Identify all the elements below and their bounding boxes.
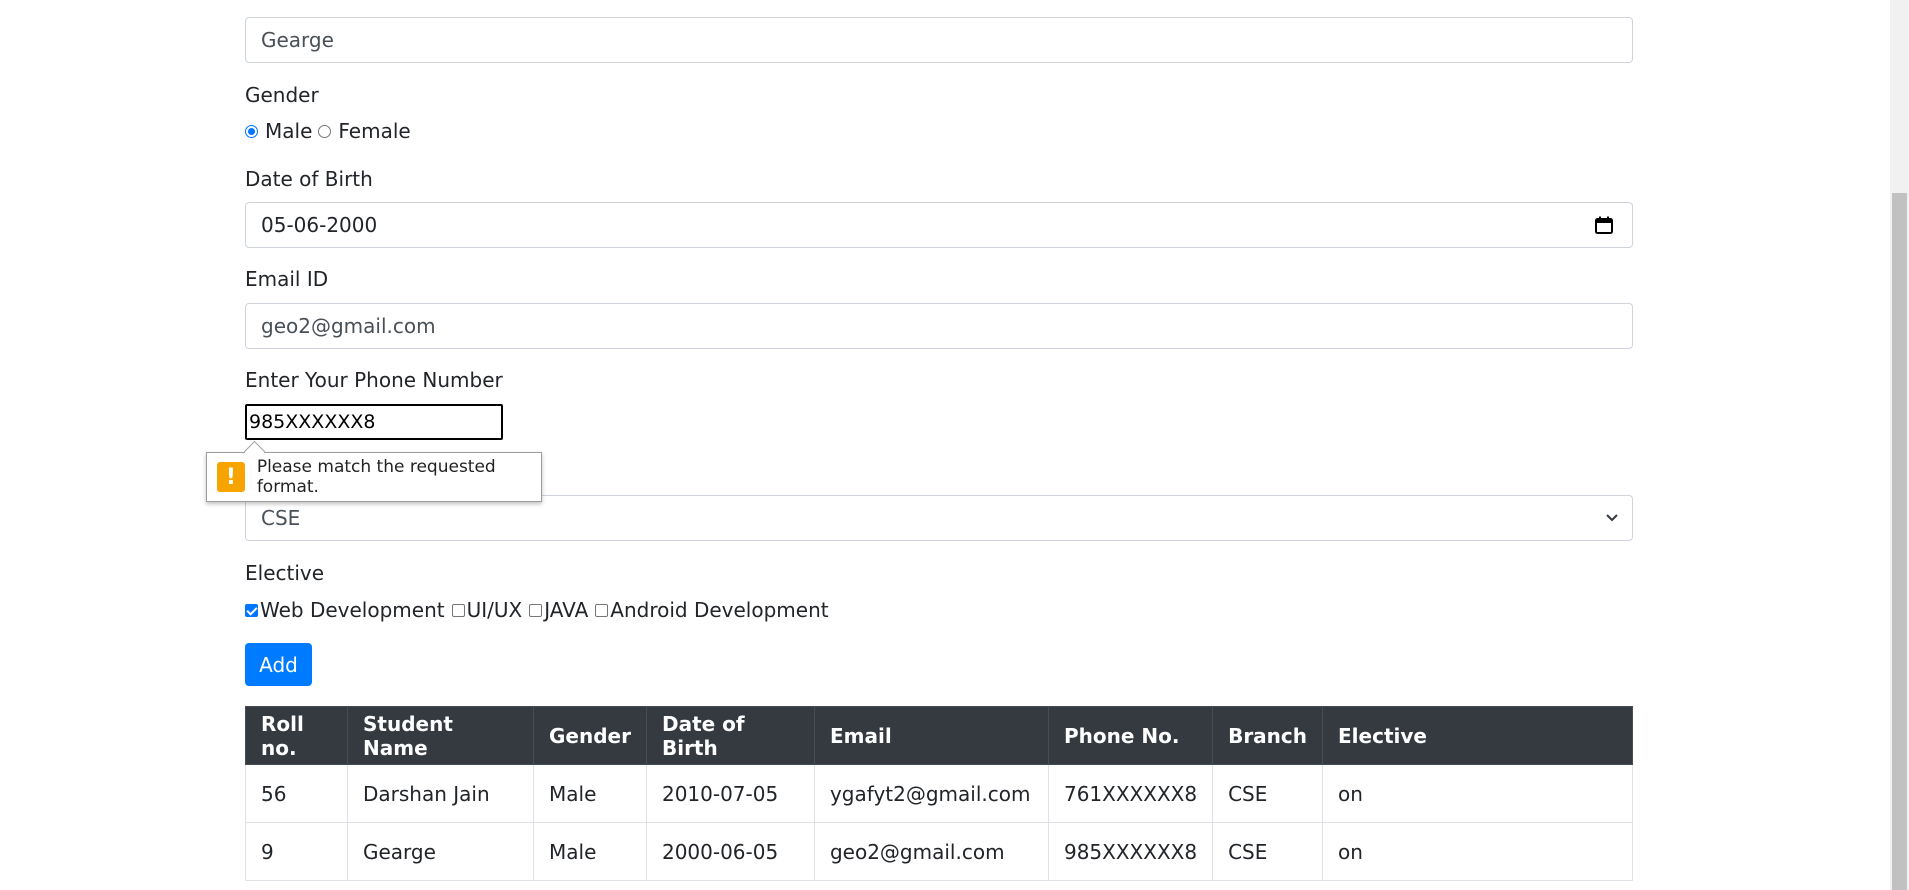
phone-input-value: 985XXXXXX8 [249,411,376,433]
elective-web-label: Web Development [260,598,445,622]
phone-label: Enter Your Phone Number [245,368,503,392]
name-input-value: Gearge [261,28,334,52]
col-gender: Gender [533,706,647,765]
calendar-icon[interactable] [1594,215,1614,235]
students-table: Roll no. Student Name Gender Date of Bir… [245,706,1633,881]
col-branch: Branch [1212,706,1324,765]
cell-dob: 2000-06-05 [645,822,815,881]
col-elective: Elective [1322,706,1633,765]
tooltip-message: Please match the requested format. [256,457,496,497]
cell-roll: 56 [245,764,348,823]
name-input[interactable]: Gearge [245,17,1633,63]
phone-input[interactable]: 985XXXXXX8 [245,404,503,440]
warning-icon: ! [217,462,245,492]
cell-gender: Male [533,822,647,881]
gender-female-label: Female [338,119,411,143]
gender-radio-group: Male Female [245,119,411,143]
elective-android-checkbox[interactable] [595,603,609,617]
cell-dob: 2010-07-05 [645,764,815,823]
cell-email: geo2@gmail.com [813,822,1049,881]
cell-roll: 9 [245,822,348,881]
elective-uiux-label: UI/UX [466,598,523,622]
col-name: Student Name [347,706,534,765]
cell-elective: on [1322,822,1633,881]
email-label: Email ID [245,267,329,291]
gender-male-radio[interactable] [245,124,258,138]
gender-male-label: Male [265,119,313,143]
scrollbar-track[interactable] [1890,0,1909,890]
cell-gender: Male [533,764,647,823]
table-header-row: Roll no. Student Name Gender Date of Bir… [245,706,1633,765]
dob-label: Date of Birth [245,167,373,191]
col-roll: Roll no. [245,706,348,765]
elective-checkbox-group: Web Development UI/UX JAVA Android Devel… [245,598,829,622]
validation-tooltip: ! Please match the requested format. [206,440,542,502]
scrollbar-thumb[interactable] [1892,193,1907,890]
cell-branch: CSE [1212,822,1324,881]
cell-elective: on [1322,764,1633,823]
col-phone: Phone No. [1047,706,1214,765]
elective-java-checkbox[interactable] [529,603,543,617]
gender-label: Gender [245,83,319,107]
add-button[interactable]: Add [245,643,312,686]
elective-android-label: Android Development [610,598,829,622]
cell-name: Gearge [347,822,534,881]
table-row: 9 Gearge Male 2000-06-05 geo2@gmail.com … [245,822,1633,881]
gender-female-radio[interactable] [318,124,332,138]
cell-phone: 985XXXXXX8 [1047,822,1214,881]
elective-web-checkbox[interactable] [245,603,258,617]
cell-name: Darshan Jain [347,764,534,823]
col-dob: Date of Birth [645,706,815,765]
cell-email: ygafyt2@gmail.com [813,764,1049,823]
dob-input-value: 05-06-2000 [261,213,378,237]
elective-uiux-checkbox[interactable] [451,603,465,617]
dob-input[interactable]: 05-06-2000 [245,202,1633,248]
chevron-down-icon [1606,514,1618,522]
branch-select-value: CSE [261,506,301,530]
cell-phone: 761XXXXXX8 [1047,764,1214,823]
table-row: 56 Darshan Jain Male 2010-07-05 ygafyt2@… [245,764,1633,823]
email-input-value: geo2@gmail.com [261,314,436,338]
email-input[interactable]: geo2@gmail.com [245,303,1633,349]
col-email: Email [813,706,1049,765]
cell-branch: CSE [1212,764,1324,823]
elective-label: Elective [245,561,325,585]
elective-java-label: JAVA [544,598,589,622]
